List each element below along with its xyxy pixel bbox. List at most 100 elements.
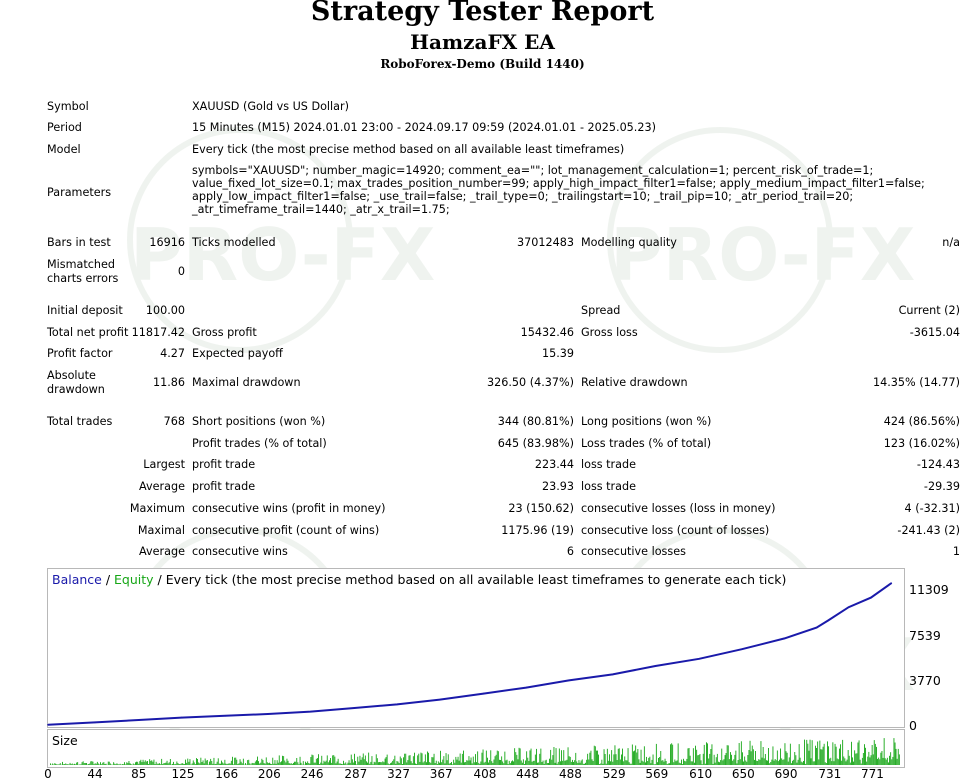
size-bar — [594, 746, 595, 765]
size-bar — [696, 750, 697, 765]
size-bar — [485, 762, 486, 765]
size-bar — [787, 753, 788, 765]
size-bar — [145, 760, 146, 765]
size-bar — [858, 743, 859, 766]
size-bar — [834, 761, 835, 765]
size-bar — [242, 763, 243, 765]
size-bar — [841, 761, 842, 765]
size-bar — [832, 742, 833, 765]
size-bar — [292, 764, 293, 765]
size-bar — [348, 763, 349, 765]
size-bar — [690, 756, 691, 765]
size-bar — [332, 755, 333, 765]
size-bar — [60, 763, 61, 765]
size-bar — [228, 764, 229, 765]
size-bar — [134, 764, 135, 765]
size-bar — [883, 758, 884, 765]
size-bar — [891, 759, 892, 765]
size-bar — [828, 746, 829, 765]
size-bar — [471, 758, 472, 766]
size-bar — [117, 763, 118, 765]
size-bar — [734, 755, 735, 765]
size-bar — [255, 762, 256, 766]
size-bar — [474, 762, 475, 765]
size-bar — [875, 744, 876, 765]
size-bar — [127, 763, 128, 765]
size-bar — [404, 754, 405, 765]
size-bar — [409, 756, 410, 765]
size-bar — [101, 764, 102, 765]
size-bar — [86, 763, 87, 765]
size-bar — [397, 761, 398, 765]
size-bar — [565, 760, 566, 765]
size-bar — [897, 759, 898, 765]
size-bar — [353, 763, 354, 766]
size-bar — [362, 757, 363, 765]
size-bar — [109, 762, 110, 765]
size-bar — [466, 760, 467, 765]
size-bar — [503, 763, 504, 765]
size-bar — [373, 764, 374, 765]
size-bar — [805, 764, 806, 765]
size-bar — [327, 755, 328, 765]
size-bar — [489, 760, 490, 765]
size-bar — [185, 760, 186, 765]
size-bar — [387, 755, 388, 765]
size-bar — [326, 761, 327, 765]
size-bar — [719, 762, 720, 765]
size-bar — [366, 761, 367, 765]
size-bar — [194, 762, 195, 765]
size-bar — [118, 764, 119, 765]
size-bar — [624, 756, 625, 765]
size-bar — [175, 764, 176, 765]
size-bar — [355, 761, 356, 765]
size-bar — [115, 764, 116, 765]
size-bar — [829, 759, 830, 765]
size-bar — [500, 760, 501, 765]
size-bar — [804, 740, 805, 765]
size-bar — [580, 763, 581, 765]
size-bar — [308, 763, 309, 765]
size-bar — [434, 754, 435, 765]
size-bar — [393, 759, 394, 765]
size-bar — [892, 757, 893, 765]
y-tick-label: 3770 — [909, 673, 941, 688]
size-bar — [168, 763, 169, 765]
size-bar — [318, 754, 319, 765]
size-bar — [585, 763, 586, 765]
size-bar — [809, 751, 810, 765]
size-bar — [874, 740, 875, 765]
size-bar — [847, 760, 848, 765]
size-bar — [303, 761, 304, 765]
y-tick-label: 7539 — [909, 628, 941, 643]
size-bar — [243, 759, 244, 765]
size-bar — [630, 764, 631, 765]
size-bar — [688, 748, 689, 765]
size-bar — [174, 764, 175, 765]
size-bar — [885, 758, 886, 765]
size-bar — [77, 762, 78, 765]
size-bar — [164, 763, 165, 765]
size-bar — [797, 763, 798, 765]
size-bar — [836, 747, 837, 765]
size-bar — [835, 744, 836, 765]
size-bar — [810, 740, 811, 765]
size-bar — [593, 761, 594, 765]
size-bar — [752, 746, 753, 765]
size-bar — [197, 759, 198, 765]
size-bar — [571, 762, 572, 765]
balance-point — [828, 620, 830, 622]
balance-point — [698, 658, 700, 660]
size-bar — [573, 762, 574, 765]
size-bar — [623, 761, 624, 765]
size-bar — [321, 756, 322, 765]
size-bar — [523, 759, 524, 765]
size-bar — [846, 761, 847, 765]
size-bar — [349, 760, 350, 765]
size-bar — [59, 764, 60, 765]
size-bar — [436, 761, 437, 765]
size-bar — [73, 764, 74, 765]
size-bar — [657, 762, 658, 765]
size-bar — [507, 760, 508, 765]
size-bar — [428, 753, 429, 765]
